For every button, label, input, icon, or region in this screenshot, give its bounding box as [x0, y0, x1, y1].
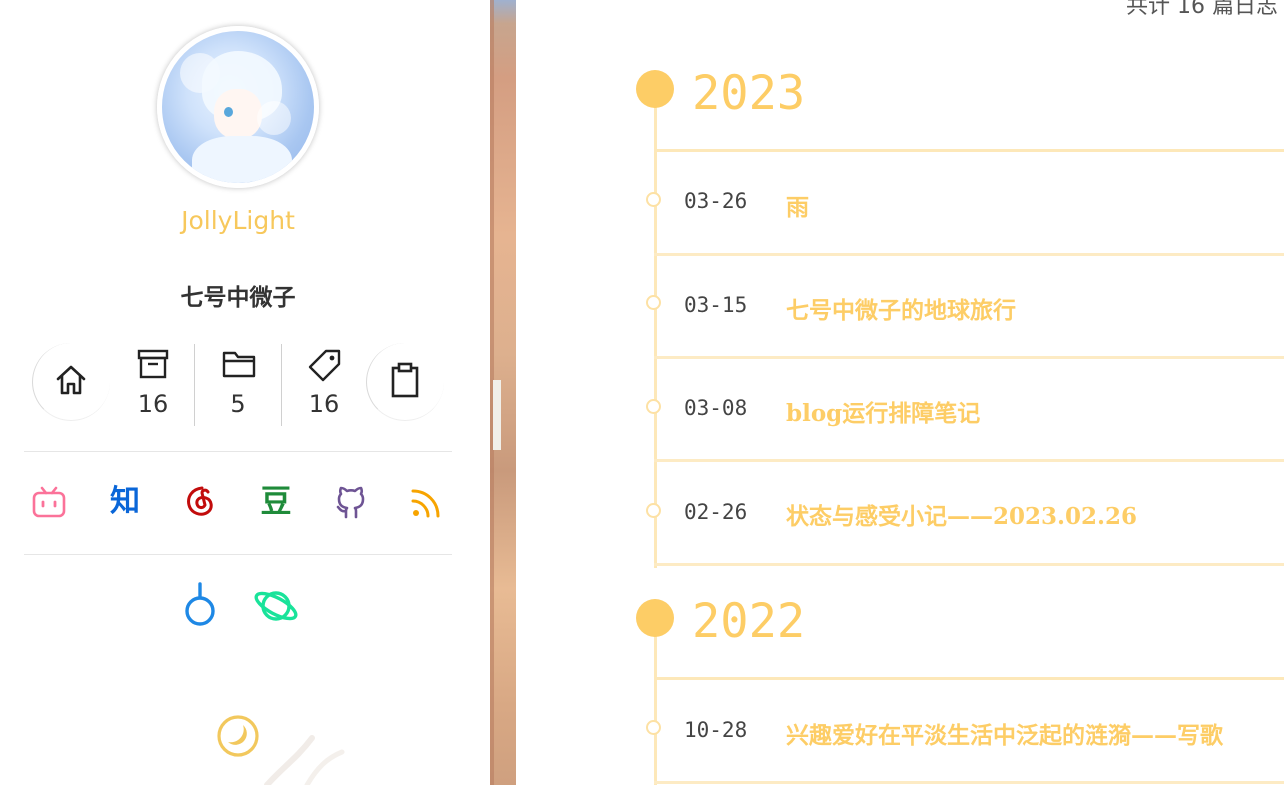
post-title-link[interactable]: 兴趣爱好在平淡生活中泛起的涟漪——写歌: [786, 716, 1223, 750]
year-marker-dot: [636, 70, 674, 108]
rss-icon: [411, 489, 440, 518]
zhihu-icon: 知: [110, 484, 140, 519]
post-date: 03-08: [684, 396, 748, 420]
folder-icon: [222, 351, 256, 378]
circle-pin-icon: [185, 582, 215, 626]
post-item[interactable]: 02-26 状态与感受小记——2023.02.26: [646, 462, 1284, 566]
avatar-face: [214, 89, 262, 139]
bilibili-tv-icon: [32, 486, 66, 518]
post-item[interactable]: 03-08 blog运行排障笔记: [646, 358, 1284, 462]
post-marker-dot: [646, 720, 661, 735]
year-heading: 2023: [692, 66, 806, 121]
extra-link-2[interactable]: [252, 582, 300, 630]
total-posts-count: 共计 16 篇日志: [1126, 0, 1278, 19]
decorative-sketch: [264, 735, 345, 785]
post-date: 03-15: [684, 293, 748, 317]
netease-music-link[interactable]: [182, 484, 218, 520]
douban-icon: 豆: [260, 484, 292, 520]
archives-count: 16: [137, 390, 169, 418]
post-title-link[interactable]: 状态与感受小记——2023.02.26: [786, 497, 1137, 531]
post-title-link[interactable]: 雨: [786, 188, 809, 222]
bilibili-link[interactable]: [31, 484, 67, 520]
moon-icon: [217, 715, 259, 757]
archive-timeline: 共计 16 篇日志 2023 03-26 雨 03-15 七号中微子的地球旅行 …: [516, 0, 1284, 785]
zhihu-link[interactable]: 知: [107, 484, 143, 520]
clipboard-icon: [391, 362, 419, 398]
post-marker-dot: [646, 192, 661, 207]
post-item[interactable]: 03-15 七号中微子的地球旅行: [646, 255, 1284, 359]
netease-music-icon: [187, 486, 213, 516]
avatar-body: [192, 136, 292, 183]
douban-link[interactable]: 豆: [258, 484, 294, 520]
nav-categories-button[interactable]: 5: [195, 342, 281, 428]
post-item[interactable]: 10-28 兴趣爱好在平淡生活中泛起的涟漪——写歌: [646, 680, 1284, 784]
divider: [24, 451, 452, 452]
divider: [24, 554, 452, 555]
avatar-highlight-2: [257, 101, 291, 135]
nav-home-button[interactable]: [32, 343, 110, 421]
nav-archives-button[interactable]: 16: [110, 342, 196, 428]
tags-count: 16: [308, 390, 340, 418]
site-nav: 16 5 16: [24, 342, 452, 428]
post-marker-dot: [646, 503, 661, 518]
rss-link[interactable]: [409, 484, 445, 520]
planet-icon: [254, 591, 298, 621]
post-marker-dot: [646, 399, 661, 414]
year-marker-dot: [636, 599, 674, 637]
categories-count: 5: [230, 390, 246, 418]
nav-tags-button[interactable]: 16: [281, 342, 367, 428]
post-date: 10-28: [684, 718, 748, 742]
github-link[interactable]: [333, 484, 369, 520]
extra-link-1[interactable]: [176, 582, 224, 630]
author-name: 七号中微子: [180, 284, 296, 311]
nav-about-button[interactable]: [366, 343, 444, 421]
tag-icon: [308, 349, 341, 382]
background-image-strip: [490, 0, 516, 785]
github-icon: [336, 486, 365, 519]
post-date: 03-26: [684, 189, 748, 213]
site-title[interactable]: JollyLight: [0, 206, 476, 235]
post-title-link[interactable]: blog运行排障笔记: [786, 394, 980, 428]
post-title-link[interactable]: 七号中微子的地球旅行: [786, 291, 1016, 325]
year-heading: 2022: [692, 594, 806, 649]
archive-box-icon: [137, 349, 169, 379]
post-item[interactable]: 03-26 雨: [646, 152, 1284, 256]
post-marker-dot: [646, 295, 661, 310]
avatar-eye: [224, 107, 233, 117]
post-date: 02-26: [684, 500, 748, 524]
background-detail: [493, 380, 501, 450]
avatar[interactable]: [157, 26, 319, 188]
home-icon: [56, 365, 86, 395]
sidebar: JollyLight 七号中微子 16 5 16 知 豆: [0, 0, 490, 785]
theme-toggle-button[interactable]: [216, 714, 260, 758]
